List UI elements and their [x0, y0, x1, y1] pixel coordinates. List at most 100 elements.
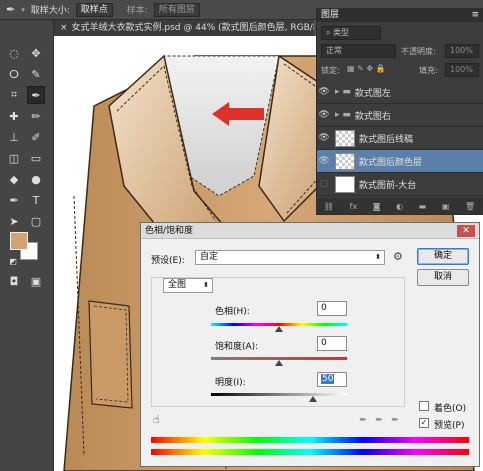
saturation-slider-thumb[interactable] — [275, 360, 283, 366]
move-icon[interactable]: ✥ — [27, 44, 45, 62]
visibility-eye-icon[interactable]: 👁 — [317, 156, 331, 166]
toolbox: ◌ ✥ ⵔ ✎ ⌗ ✒ ✚ ✏ ⊥ ✐ ◫ ▭ ◆ ● ✒ T ➤ ▢ ◩ ◘ … — [0, 20, 54, 471]
preset-label: 预设(E): — [151, 256, 185, 266]
lock-icons[interactable]: ▦ ✎ ✥ 🔒 — [347, 64, 386, 73]
brush-icon[interactable]: ✏ — [27, 107, 45, 125]
gradient-icon[interactable]: ▭ — [27, 149, 45, 167]
hue-slider-thumb[interactable] — [275, 326, 283, 332]
output-hue-bar — [151, 449, 469, 455]
link-layers-icon[interactable]: ⛓ — [324, 202, 334, 211]
quick-select-icon[interactable]: ✎ — [27, 65, 45, 83]
visibility-eye-icon[interactable]: 👁 — [317, 87, 331, 97]
close-tab-icon[interactable]: × — [60, 23, 68, 33]
mask-icon[interactable]: ◙ — [373, 202, 381, 211]
targeted-adjustment-hand-icon[interactable]: ☝ — [153, 413, 160, 426]
clone-stamp-icon[interactable]: ⊥ — [5, 128, 23, 146]
path-select-icon[interactable]: ➤ — [5, 212, 23, 230]
preset-select[interactable]: 自定 ⬍ — [195, 250, 385, 265]
foreground-color-swatch[interactable] — [10, 232, 28, 250]
layer-thumbnail — [335, 152, 355, 170]
saturation-label: 饱和度(A): — [215, 342, 259, 352]
lasso-icon[interactable]: ⵔ — [5, 65, 23, 83]
layer-row-front[interactable]: ▢ 款式图前-大台 — [317, 173, 483, 196]
adjustment-icon[interactable]: ◐ — [396, 202, 403, 211]
opacity-input[interactable]: 100% — [445, 44, 479, 58]
delete-layer-icon[interactable]: 🗑 — [465, 202, 475, 211]
colorize-checkbox[interactable] — [419, 401, 429, 411]
blur-icon[interactable]: ◆ — [5, 170, 23, 188]
layer-name: 款式图后颜色层 — [359, 157, 423, 168]
layer-filter-select[interactable]: ⌕ 类型 — [321, 26, 381, 40]
lightness-label: 明度(I): — [215, 378, 246, 388]
input-hue-bar — [151, 437, 469, 443]
new-layer-icon[interactable]: ▣ — [442, 202, 450, 211]
new-group-icon[interactable]: ▬ — [419, 202, 427, 211]
lightness-slider-track[interactable] — [211, 393, 347, 396]
hue-input[interactable]: 0 — [317, 301, 347, 316]
eraser-icon[interactable]: ◫ — [5, 149, 23, 167]
layers-footer: ⛓ fx ◙ ◐ ▬ ▣ 🗑 — [316, 198, 483, 214]
fill-input[interactable]: 100% — [445, 63, 479, 77]
adjustment-group-box — [151, 277, 405, 407]
history-brush-icon[interactable]: ✐ — [27, 128, 45, 146]
default-colors-icon[interactable]: ◩ — [4, 252, 22, 270]
filter-search-icon: ⌕ — [326, 28, 334, 37]
layer-row-group-left[interactable]: 👁 ▸ ▬ 款式图左 — [317, 81, 483, 104]
hue-saturation-dialog: 色相/饱和度 ✕ 预设(E): 自定 ⬍ ⚙ 确定 取消 全图 ⬍ 色相(H): 0… — [140, 222, 480, 467]
colorize-label: 着色(O) — [434, 404, 467, 414]
preview-label: 预览(P) — [434, 421, 465, 431]
layer-thumbnail — [335, 175, 355, 193]
quick-mask-icon[interactable]: ◘ — [5, 272, 23, 290]
cancel-button[interactable]: 取消 — [417, 269, 469, 286]
sample-size-label: 取样大小: — [30, 6, 70, 16]
chevron-down-icon: ⬍ — [203, 281, 209, 289]
marquee-icon[interactable]: ◌ — [5, 44, 23, 62]
lightness-input[interactable]: 50 — [317, 372, 347, 387]
layer-row-group-right[interactable]: 👁 ▸ ▬ 款式图右 — [317, 104, 483, 127]
visibility-eye-icon[interactable]: 👁 — [317, 110, 331, 120]
eyedropper-sample-icon[interactable]: ✒ — [359, 415, 367, 426]
eyedropper-subtract-icon[interactable]: ✒ — [391, 415, 399, 426]
folder-icon: ▸ ▬ — [335, 87, 351, 97]
dialog-title: 色相/饱和度 — [141, 223, 479, 239]
pen-icon[interactable]: ✒ — [5, 191, 23, 209]
crop-icon[interactable]: ⌗ — [5, 86, 23, 104]
sample-label: 样本: — [126, 6, 148, 16]
visibility-off-box[interactable]: ▢ — [317, 179, 331, 189]
visibility-eye-icon[interactable]: 👁 — [317, 133, 331, 143]
preview-checkbox[interactable]: ✓ — [419, 418, 429, 428]
chevron-down-icon: ⬍ — [375, 253, 381, 261]
fill-label: 填充: — [419, 66, 438, 75]
blend-mode-select[interactable]: 正常 — [321, 44, 396, 58]
type-icon[interactable]: T — [27, 191, 45, 209]
lock-label: 锁定: — [321, 66, 340, 75]
fx-icon[interactable]: fx — [350, 202, 358, 211]
layer-row-color-selected[interactable]: 👁 款式图后颜色层 — [317, 150, 483, 173]
document-tab[interactable]: × 女式羊绒大衣款式实例.psd @ 44% (款式图后颜色层, RGB/8) * — [54, 20, 314, 36]
dodge-icon[interactable]: ● — [27, 170, 45, 188]
ok-button[interactable]: 确定 — [417, 248, 469, 265]
sample-size-select[interactable]: 取样点 — [75, 2, 113, 17]
panel-menu-icon[interactable]: ≡ — [471, 8, 479, 22]
close-dialog-icon[interactable]: ✕ — [457, 225, 475, 237]
channel-select[interactable]: 全图 ⬍ — [163, 278, 213, 293]
saturation-input[interactable]: 0 — [317, 336, 347, 351]
layer-row-line-art[interactable]: 👁 款式图后线稿 — [317, 127, 483, 150]
layer-name: 款式图右 — [354, 111, 391, 122]
layer-thumbnail — [335, 129, 355, 147]
eyedropper-tool-icon[interactable]: ✒ — [27, 86, 45, 104]
healing-brush-icon[interactable]: ✚ — [5, 107, 23, 125]
layer-name: 款式图左 — [354, 88, 391, 99]
layers-tab[interactable]: 图层 — [321, 10, 339, 20]
lightness-slider-thumb[interactable] — [309, 396, 317, 402]
tool-preset-chevron-icon[interactable]: ▾ — [21, 6, 25, 14]
eyedropper-icon[interactable]: ✒ — [6, 3, 15, 16]
sample-select[interactable]: 所有图层 — [153, 2, 200, 17]
eyedropper-add-icon[interactable]: ✒ — [375, 415, 383, 426]
document-title: 女式羊绒大衣款式实例.psd @ 44% (款式图后颜色层, RGB/8) * — [71, 23, 314, 33]
screen-mode-icon[interactable]: ▣ — [27, 272, 45, 290]
hue-label: 色相(H): — [215, 307, 250, 317]
shape-icon[interactable]: ▢ — [27, 212, 45, 230]
preset-options-gear-icon[interactable]: ⚙ — [393, 250, 403, 263]
layers-panel: 图层 ≡ ⌕ 类型 正常 不透明度: 100% 锁定: ▦ ✎ ✥ 🔒 填充: 1… — [316, 8, 483, 215]
